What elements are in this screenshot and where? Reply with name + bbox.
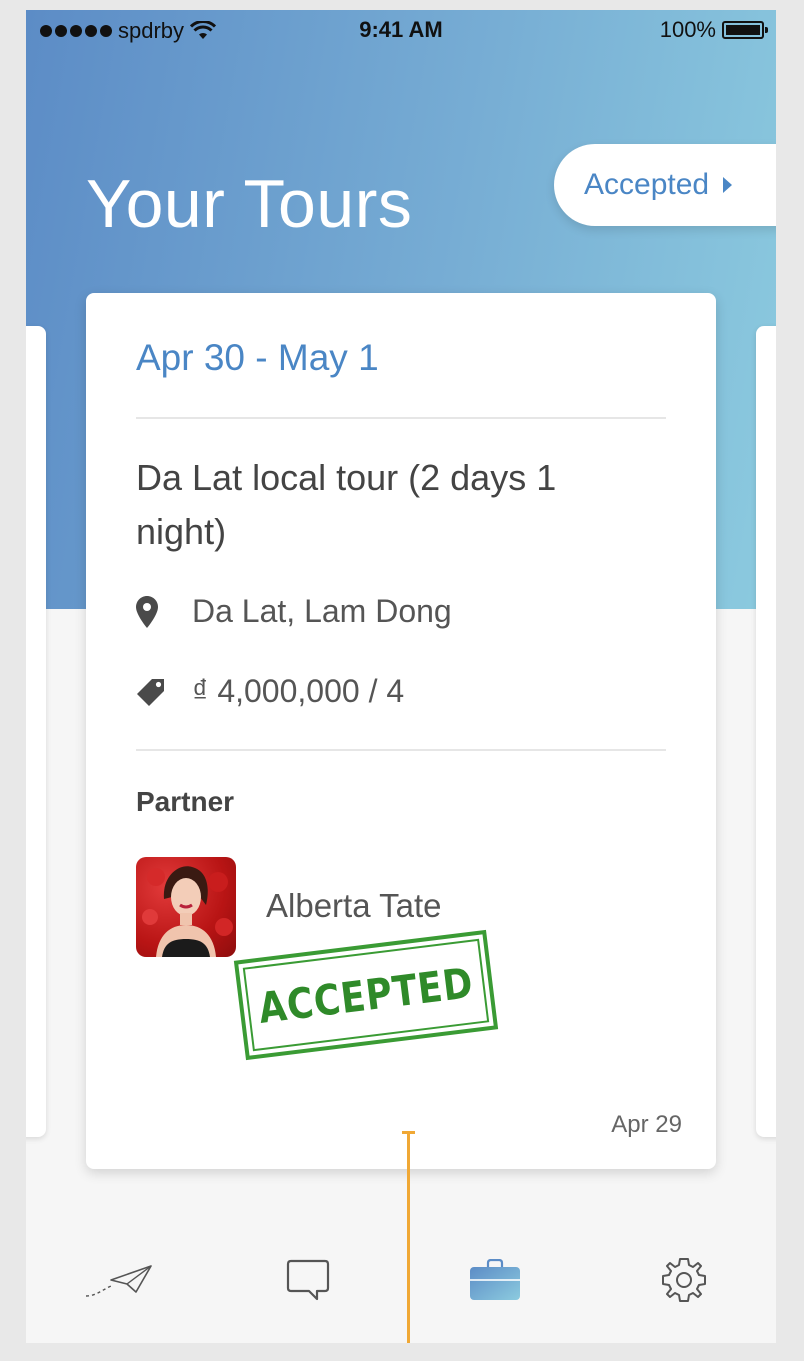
- settings-tab[interactable]: [649, 1250, 719, 1310]
- accepted-stamp-text: ACCEPTED: [255, 957, 477, 1033]
- price-tag-icon: [137, 678, 164, 706]
- tour-card[interactable]: Apr 30 - May 1 Da Lat local tour (2 days…: [86, 293, 716, 1169]
- divider: [136, 749, 666, 751]
- gear-icon: [662, 1258, 706, 1302]
- phone-screen: spdrby 9:41 AM 100% Your Tours Accepted …: [26, 10, 776, 1343]
- bottom-tab-bar: [26, 1240, 776, 1320]
- paper-plane-icon: [85, 1265, 152, 1297]
- status-filter-button[interactable]: Accepted: [554, 144, 776, 226]
- messages-tab[interactable]: [273, 1250, 343, 1310]
- avatar-portrait: [142, 866, 233, 957]
- caret-right-icon: [723, 177, 733, 193]
- tour-card-date: Apr 29: [611, 1111, 682, 1138]
- tours-tab[interactable]: [460, 1250, 530, 1310]
- battery-percent: 100%: [659, 17, 716, 42]
- send-tab[interactable]: [84, 1250, 154, 1310]
- battery-icon: [722, 21, 768, 39]
- next-tour-card[interactable]: [756, 326, 776, 1137]
- partner-label: Partner: [136, 786, 235, 817]
- tour-price: ₫ 4,000,000 / 4: [192, 673, 405, 709]
- location-row: Da Lat, Lam Dong: [136, 593, 452, 630]
- tour-date-range: Apr 30 - May 1: [136, 337, 379, 378]
- partner-avatar[interactable]: [136, 857, 236, 957]
- status-filter-label: Accepted: [584, 168, 710, 201]
- battery-status: 100%: [659, 17, 768, 43]
- accepted-stamp: ACCEPTED: [233, 929, 499, 1061]
- price-row: ₫ 4,000,000 / 4: [136, 673, 404, 710]
- tour-name: Da Lat local tour (2 days 1 night): [136, 457, 557, 552]
- briefcase-icon: [470, 1259, 520, 1300]
- location-pin-icon: [136, 595, 158, 628]
- chat-bubble-icon: [286, 1259, 330, 1301]
- status-bar: spdrby 9:41 AM 100%: [26, 10, 776, 50]
- partner-name: Alberta Tate: [266, 887, 442, 924]
- tour-location: Da Lat, Lam Dong: [192, 593, 452, 629]
- divider: [136, 417, 666, 419]
- previous-tour-card[interactable]: [26, 326, 46, 1137]
- page-title: Your Tours: [86, 166, 413, 242]
